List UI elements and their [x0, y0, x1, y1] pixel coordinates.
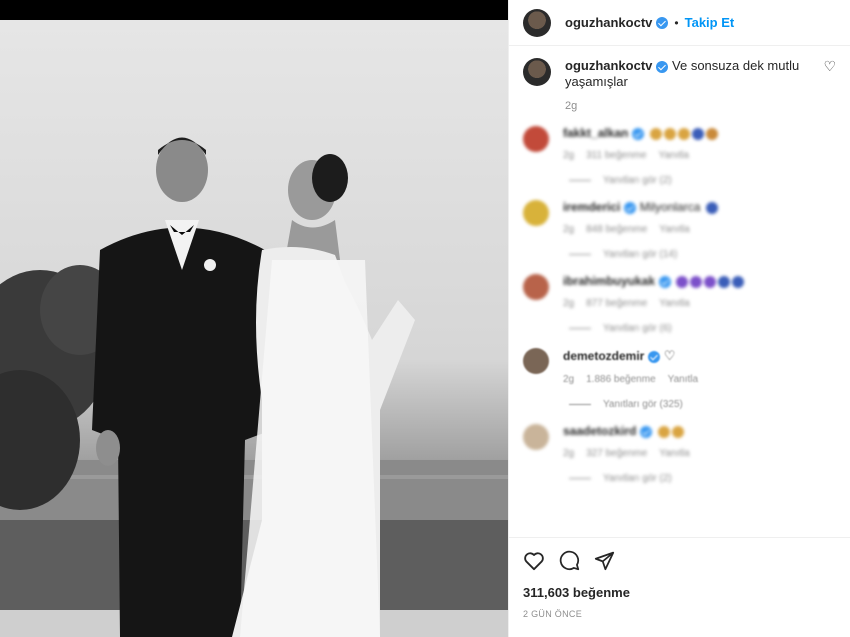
emoji-icon: [649, 127, 662, 140]
view-replies-label[interactable]: Yanıtları gör (2): [603, 473, 672, 484]
view-replies-label[interactable]: Yanıtları gör (325): [603, 399, 683, 410]
comment-time: 2g: [563, 150, 575, 161]
emoji-icon: [663, 127, 676, 140]
heart-emoji-icon: ♡: [663, 348, 676, 363]
commenter-username[interactable]: demetozdemir: [563, 349, 644, 363]
replies-line: [569, 254, 591, 255]
comment-body: iremderici Milyonlarca 2g 848 beğenme Yanı…: [563, 200, 836, 260]
replies-line: [569, 478, 591, 479]
emoji-icon: [705, 201, 718, 214]
view-replies-label[interactable]: Yanıtları gör (2): [603, 175, 672, 186]
comment-bubble-icon[interactable]: [559, 550, 580, 571]
author-avatar[interactable]: [523, 8, 551, 37]
post-time: 2 GÜN ÖNCE: [523, 609, 583, 619]
caption-text-block: oguzhankoctv Ve sonsuza dek mutlu yaşamı…: [565, 58, 819, 90]
reply-button[interactable]: Yanıtla: [659, 448, 689, 459]
caption: oguzhankoctv Ve sonsuza dek mutlu yaşamı…: [523, 58, 836, 90]
comment-item: fakkt_alkan 2g 311 beğenme Yanıtla Yanıtla…: [523, 126, 836, 186]
commenter-username[interactable]: ibrahimbuyukak: [563, 274, 655, 288]
emoji-icon: [704, 275, 717, 288]
emoji-icon: [691, 127, 704, 140]
caption-avatar[interactable]: [523, 58, 551, 86]
comment-time: 2g: [563, 374, 575, 385]
follow-button[interactable]: Takip Et: [685, 15, 735, 30]
comment-text: Milyonlarca: [639, 200, 701, 214]
commenter-username[interactable]: saadetozkird: [563, 424, 636, 438]
separator-dot: •: [674, 15, 679, 30]
action-icons: [523, 550, 837, 571]
comment-likes[interactable]: 1.886 beğenme: [586, 374, 656, 385]
comment-item: iremderici Milyonlarca 2g 848 beğenme Yanı…: [523, 200, 836, 260]
replies-line: [569, 328, 591, 329]
view-replies[interactable]: Yanıtları gör (14): [569, 249, 836, 260]
comment-body: fakkt_alkan 2g 311 beğenme Yanıtla Yanıtla…: [563, 126, 836, 186]
caption-like-heart-icon[interactable]: ♡: [823, 58, 836, 75]
emoji-icon: [671, 425, 684, 438]
post-side-panel: oguzhankoctv • Takip Et oguzhankoctv Ve …: [508, 0, 850, 637]
likes-count[interactable]: 311,603 beğenme: [523, 585, 837, 600]
share-send-icon[interactable]: [594, 550, 615, 571]
comment-body: saadetozkird 2g 327 beğenme Yanıtla Yanıtl…: [563, 424, 836, 484]
caption-time: 2g: [565, 100, 578, 112]
comments-list[interactable]: oguzhankoctv Ve sonsuza dek mutlu yaşamı…: [509, 46, 850, 531]
view-replies[interactable]: Yanıtları gör (325): [569, 399, 836, 410]
emoji-icon: [677, 127, 690, 140]
verified-badge-icon: [640, 425, 653, 438]
reply-button[interactable]: Yanıtla: [659, 150, 689, 161]
replies-line: [569, 404, 591, 405]
author-username[interactable]: oguzhankoctv: [565, 15, 652, 30]
commenter-username[interactable]: iremderici: [563, 200, 620, 214]
commenter-avatar[interactable]: [523, 200, 549, 226]
verified-badge-icon: [632, 127, 645, 140]
comment-time: 2g: [563, 448, 575, 459]
reply-button[interactable]: Yanıtla: [659, 298, 689, 309]
reply-button[interactable]: Yanıtla: [668, 374, 698, 385]
like-heart-icon[interactable]: [523, 551, 545, 571]
view-replies[interactable]: Yanıtları gör (2): [569, 175, 836, 186]
comment-likes[interactable]: 311 beğenme: [586, 150, 646, 161]
emoji-icon: [690, 275, 703, 288]
verified-badge-icon: [656, 16, 669, 29]
comment-item: ibrahimbuyukak 2g 877 beğenme Yanıtla Yanı…: [523, 274, 836, 334]
verified-badge-icon: [624, 201, 637, 214]
view-replies[interactable]: Yanıtları gör (6): [569, 323, 836, 334]
verified-badge-icon: [659, 275, 672, 288]
commenter-avatar[interactable]: [523, 274, 549, 300]
emoji-icon: [718, 275, 731, 288]
emoji-icon: [732, 275, 745, 288]
comment-time: 2g: [563, 298, 575, 309]
comment-time: 2g: [563, 224, 575, 235]
replies-line: [569, 180, 591, 181]
wedding-photo-image: [0, 137, 508, 637]
commenter-username[interactable]: fakkt_alkan: [563, 126, 628, 140]
emoji-icon: [676, 275, 689, 288]
post-actions: 311,603 beğenme 2 GÜN ÖNCE: [509, 537, 850, 619]
commenter-avatar[interactable]: [523, 348, 549, 374]
verified-badge-icon: [648, 350, 661, 363]
view-replies-label[interactable]: Yanıtları gör (14): [603, 249, 677, 260]
black-top-bar: [0, 0, 508, 20]
verified-badge-icon: [656, 60, 669, 73]
view-replies-label[interactable]: Yanıtları gör (6): [603, 323, 672, 334]
commenter-avatar[interactable]: [523, 424, 549, 450]
comment-likes[interactable]: 848 beğenme: [586, 224, 647, 235]
emoji-icon: [657, 425, 670, 438]
view-replies[interactable]: Yanıtları gör (2): [569, 473, 836, 484]
comment-likes[interactable]: 877 beğenme: [586, 298, 647, 309]
comment-body: ibrahimbuyukak 2g 877 beğenme Yanıtla Yanı…: [563, 274, 836, 334]
comment-item: saadetozkird 2g 327 beğenme Yanıtla Yanıtl…: [523, 424, 836, 484]
emoji-icon: [705, 127, 718, 140]
commenter-avatar[interactable]: [523, 126, 549, 152]
caption-username[interactable]: oguzhankoctv: [565, 58, 652, 73]
post-photo: [0, 20, 508, 637]
comment-body: demetozdemir ♡ 2g 1.886 beğenme Yanıtla Ya…: [563, 348, 836, 410]
post-header: oguzhankoctv • Takip Et: [509, 0, 850, 46]
comment-item: demetozdemir ♡ 2g 1.886 beğenme Yanıtla Ya…: [523, 348, 836, 410]
comment-likes[interactable]: 327 beğenme: [586, 448, 647, 459]
reply-button[interactable]: Yanıtla: [659, 224, 689, 235]
